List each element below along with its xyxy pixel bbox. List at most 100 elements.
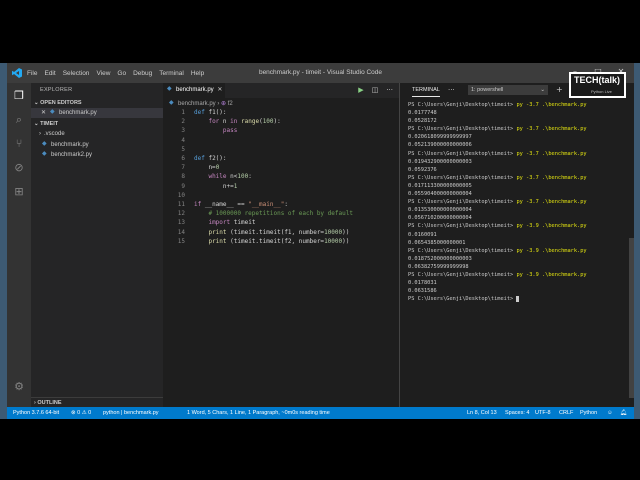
open-editor-label: benchmark.py [59,110,97,116]
code-line: while n<100: [208,173,252,181]
terminal-output-line: 0.055904000000000004 [408,191,472,198]
terminal-output-line: 0.056710200000000004 [408,215,472,222]
status-word-count: 1 Word, 5 Chars, 1 Line, 1 Paragraph, ~0… [187,410,330,416]
terminal-scrollbar[interactable] [629,238,634,398]
panel-more-icon[interactable]: ··· [448,83,455,97]
terminal-prompt: PS C:\Users\Genji\Desktop\timeit> [408,247,517,254]
code-line: def f1(): [194,109,227,116]
debug-icon[interactable]: ⊘ [11,160,27,176]
line-number: 15 [177,237,185,245]
terminal-output-line: 0.052139000000000006 [408,142,472,149]
status-cursor-position[interactable]: Ln 8, Col 13 [467,407,497,419]
terminal-prompt-line: PS C:\Users\Genji\Desktop\timeit> py -3.… [408,174,633,182]
status-encoding[interactable]: UTF-8 [535,407,551,419]
terminal-select[interactable]: 1: powershell ⌄ [468,85,548,95]
terminal-output-line: 0.019432900000000003 [408,158,472,165]
line-number: 4 [181,136,185,144]
outline-title: OUTLINE [37,400,62,406]
tab-benchmark[interactable]: ◆ benchmark.py ✕ [163,83,225,98]
outline-section[interactable]: › OUTLINE [31,397,163,407]
status-indentation[interactable]: Spaces: 4 [505,407,529,419]
code-line: print (timeit.timeit(f2, number=10000)) [208,237,350,245]
function-icon: ⊕ [221,101,227,107]
python-file-icon: ◆ [167,86,172,93]
close-icon[interactable]: ✕ [41,110,46,116]
status-problems[interactable]: ⊗ 0 ⚠ 0 [71,407,91,419]
activity-bar: ❐ ⌕ ⑂ ⊘ ⊞ ⚙ [7,83,31,407]
code-line: n+=1 [194,182,238,190]
terminal-output-line: 0.0177748 [408,110,437,117]
terminal-output-line: 0.013530000000000004 [408,207,472,214]
status-python-version[interactable]: Python 3.7.6 64-bit [13,407,59,419]
channel-watermark: TECH(talk) Python Live [569,72,626,98]
terminal-prompt-line: PS C:\Users\Genji\Desktop\timeit> py -3.… [408,271,633,279]
close-icon[interactable]: ✕ [217,87,222,93]
gear-icon[interactable]: ⚙ [11,379,27,395]
line-number: 14 [177,228,185,236]
breadcrumb: ◆ benchmark.py › ⊕ f2 [169,100,233,107]
folder-item-label: .vscode [44,131,65,137]
status-eol[interactable]: CRLF [559,407,573,419]
tab-label: benchmark.py [176,87,214,93]
editor-tabs: ◆ benchmark.py ✕ ▶ ◫ ··· [163,83,399,98]
folder-title: TIMEIT [40,121,59,127]
terminal-command: py -3.7 .\benchmark.py [516,150,587,157]
tab-terminal[interactable]: TERMINAL [412,83,440,97]
vscode-window: File Edit Selection View Go Debug Terminal Help… [7,63,634,419]
terminal-output-line: 0.0160091 [408,231,437,238]
python-file-icon: ◆ [42,151,47,158]
terminal-panel: TERMINAL ··· 1: powershell⌄ +◫ PS C:\Use… [399,83,634,407]
terminal-select-value: 1: powershell [471,87,504,93]
file-item-label: benchmark.py [51,142,89,148]
title-bar: File Edit Selection View Go Debug Terminal Help… [7,63,634,83]
status-language[interactable]: Python [580,407,597,419]
watermark-title: TECH(talk) [574,75,621,85]
terminal-output-line: 0.0631586 [408,288,437,295]
open-editor-item[interactable]: ✕ ◆ benchmark.py [31,108,163,118]
terminal-prompt: PS C:\Users\Genji\Desktop\timeit> [408,223,517,230]
letterbox-bottom [0,419,640,480]
breadcrumb-file[interactable]: benchmark.py [178,101,216,107]
chevron-down-icon: ⌄ [540,87,545,93]
bell-icon[interactable]: 🔔︎ [620,407,627,419]
file-item-benchmark[interactable]: ◆ benchmark.py [31,140,163,150]
line-number: 8 [181,173,185,181]
run-icon[interactable]: ▶ [358,86,363,94]
timeit-folder-section[interactable]: ⌄ TIMEIT [31,119,163,129]
terminal-prompt-line: PS C:\Users\Genji\Desktop\timeit> py -3.… [408,222,633,230]
terminal-command: py -3.7 .\benchmark.py [516,199,587,206]
line-number: 2 [181,118,185,126]
more-actions-icon[interactable]: ··· [386,86,393,94]
line-number: 6 [181,155,185,162]
search-icon[interactable]: ⌕ [11,112,27,128]
python-file-icon: ◆ [169,100,174,107]
folder-item-vscode[interactable]: › .vscode [31,129,163,139]
split-editor-icon[interactable]: ◫ [372,86,379,94]
terminal-prompt: PS C:\Users\Genji\Desktop\timeit> [408,296,517,303]
code-line: for n in range(100): [208,118,281,126]
terminal-prompt-line: PS C:\Users\Genji\Desktop\timeit> py -3.… [408,198,633,206]
terminal-output-line: 0.06382759999999998 [408,263,469,270]
file-item-benchmark2[interactable]: ◆ benchmark2.py [31,150,163,160]
line-number: 3 [181,127,185,135]
code-line: pass [222,127,238,135]
feedback-icon[interactable]: ☺ [607,407,613,419]
terminal-output-line: 0.020618099999999997 [408,134,472,141]
terminal-output-line: 0.0592376 [408,166,437,173]
extensions-icon[interactable]: ⊞ [11,184,27,200]
code-line: print (timeit.timeit(f1, number=10000)) [208,228,350,236]
breadcrumb-symbol[interactable]: f2 [228,101,233,107]
open-editors-section[interactable]: ⌄ OPEN EDITORS [31,98,163,108]
terminal-prompt-line: PS C:\Users\Genji\Desktop\timeit> [408,295,633,303]
terminal-prompt: PS C:\Users\Genji\Desktop\timeit> [408,102,517,108]
terminal-output[interactable]: PS C:\Users\Genji\Desktop\timeit> py -3.… [408,101,633,303]
source-control-icon[interactable]: ⑂ [11,136,27,152]
terminal-prompt-line: PS C:\Users\Genji\Desktop\timeit> py -3.… [408,247,633,255]
watermark-sub: Python Live [591,89,612,94]
code-line: import timeit [208,219,256,227]
open-editors-title: OPEN EDITORS [40,100,82,106]
status-task[interactable]: python | benchmark.py [103,407,159,419]
terminal-command: py -3.9 .\benchmark.py [516,247,587,254]
explorer-icon[interactable]: ❐ [11,88,27,104]
add-terminal-icon[interactable]: + [556,85,563,94]
